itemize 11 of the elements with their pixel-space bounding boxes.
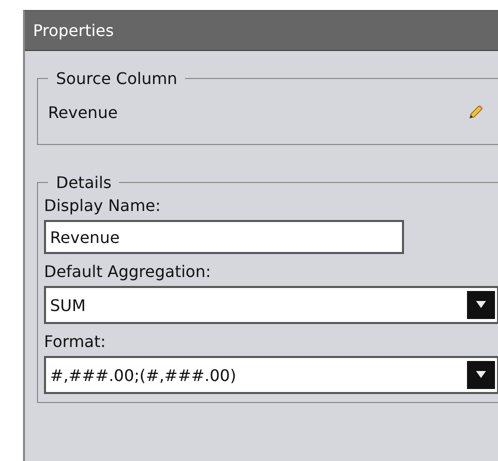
field-label: Display Name: [44, 195, 162, 217]
group-legend: Source Column [48, 69, 186, 88]
field-label: Default Aggregation: [44, 261, 212, 283]
group-legend: Details [48, 173, 120, 192]
panel-title: Properties [25, 11, 498, 51]
input-field[interactable]: Revenue [44, 220, 404, 254]
dropdown[interactable]: SUM [44, 286, 498, 324]
field-label: Format: [44, 331, 107, 353]
source-column-value: Revenue [47, 102, 118, 122]
dropdown[interactable]: #,###.00;(#,###.00) [44, 356, 498, 394]
pencil-icon[interactable] [468, 104, 484, 120]
